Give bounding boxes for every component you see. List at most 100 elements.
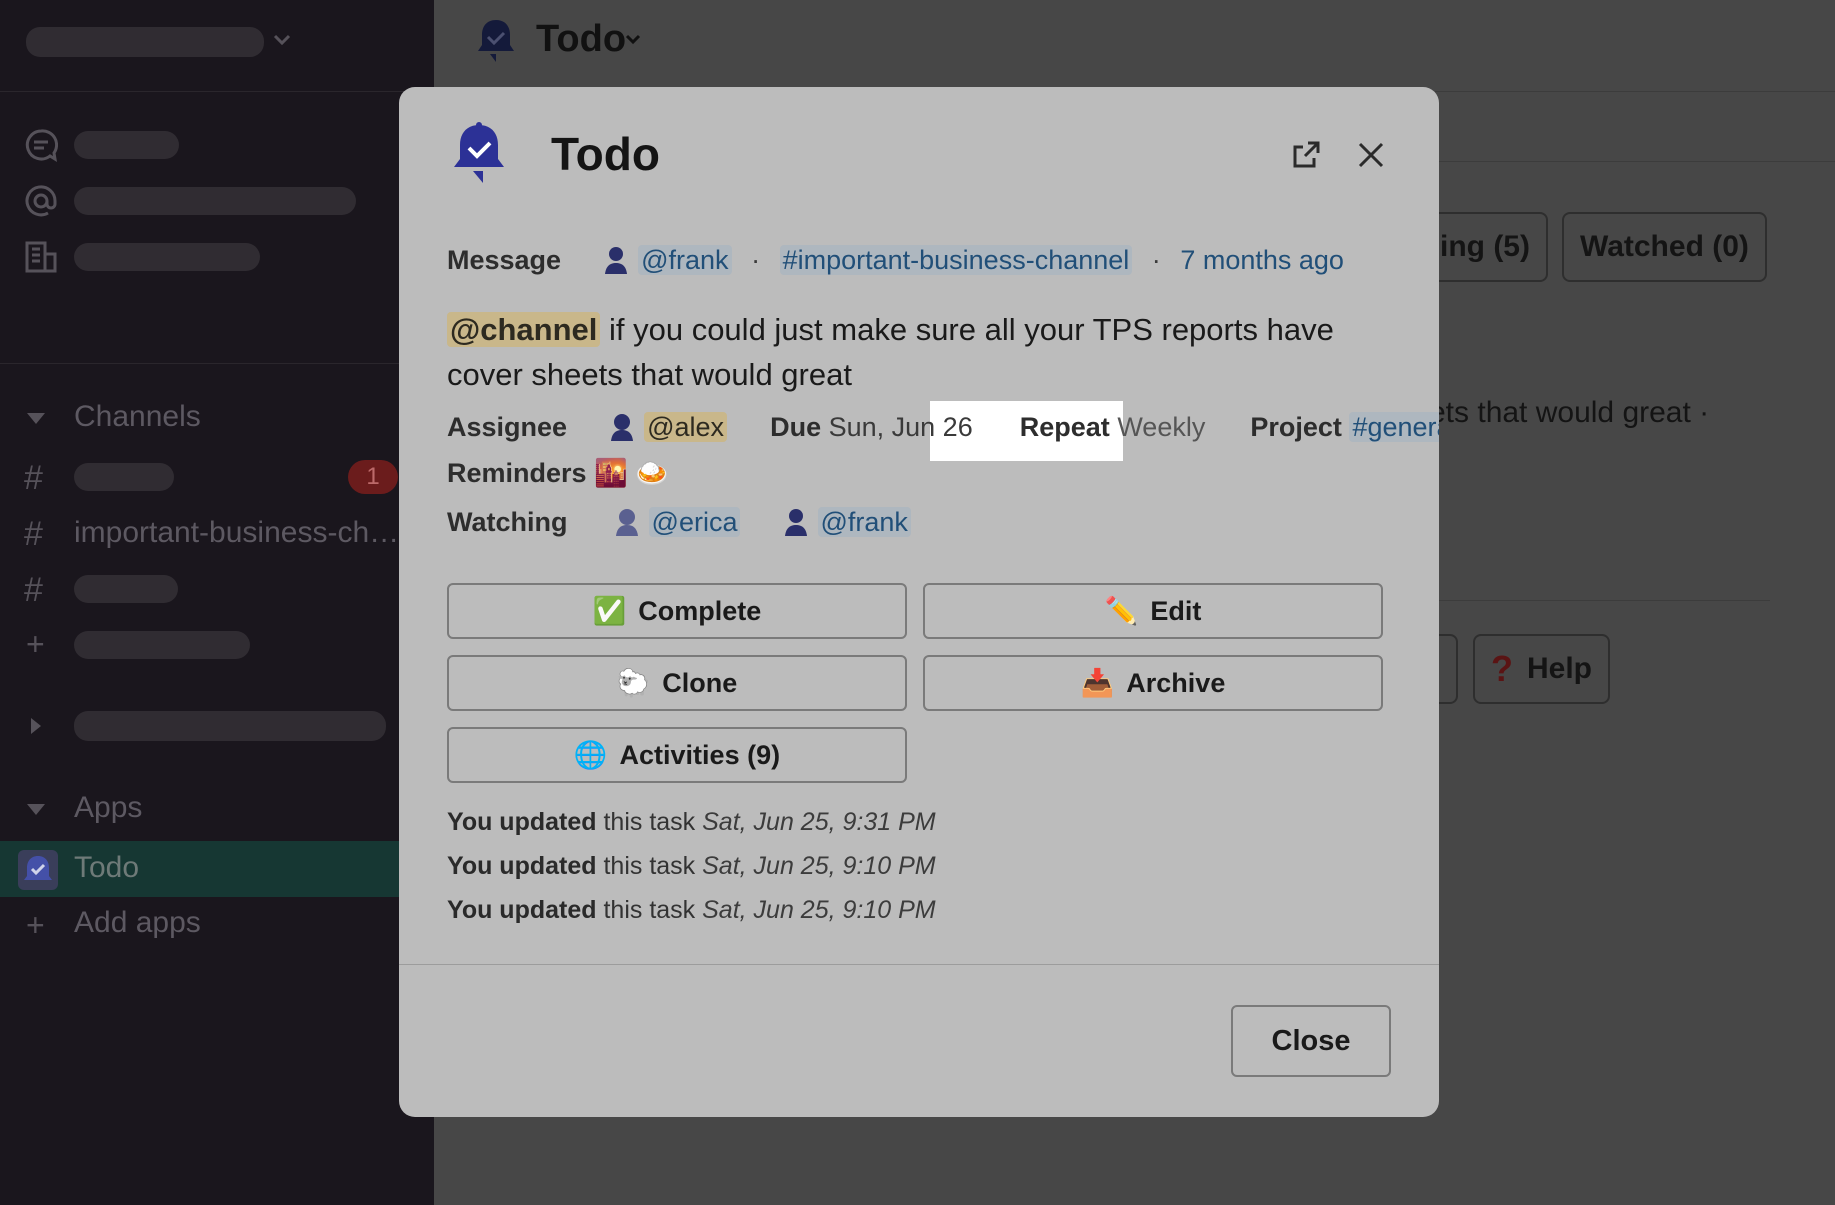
sidebar: Channels # 1 # important-business-ch… # … xyxy=(0,0,434,1205)
clone-button-label: Clone xyxy=(662,667,738,698)
erica-avatar-icon xyxy=(615,509,638,536)
watching-row: Watching @erica @frank xyxy=(447,507,911,538)
due-value: Sun, Jun 26 xyxy=(828,412,973,442)
mentions-icon[interactable] xyxy=(24,184,58,218)
hash-icon: # xyxy=(24,571,43,609)
plus-icon[interactable]: + xyxy=(26,628,45,660)
collapsed-section-placeholder[interactable] xyxy=(74,711,386,741)
activity-time: Sat, Jun 25, 9:10 PM xyxy=(702,852,936,880)
sidebar-item-todo[interactable]: Todo xyxy=(0,841,434,897)
workspace-name-placeholder xyxy=(26,27,264,57)
building-icon[interactable] xyxy=(24,240,58,274)
activity-log-entry: You updated this task Sat, Jun 25, 9:31 … xyxy=(447,808,936,837)
threads-icon[interactable] xyxy=(24,128,58,162)
project-label: Project xyxy=(1250,412,1342,442)
message-meta-row: Message @frank · #important-business-cha… xyxy=(447,245,1344,276)
nav-item-placeholder[interactable] xyxy=(74,243,260,271)
activity-log-entry: You updated this task Sat, Jun 25, 9:10 … xyxy=(447,896,936,925)
nav-item-placeholder[interactable] xyxy=(74,187,356,215)
modal-footer-divider xyxy=(399,964,1439,965)
activity-actor: You updated xyxy=(447,852,597,880)
separator-dot: · xyxy=(1151,245,1161,275)
message-body: @channel if you could just make sure all… xyxy=(447,307,1387,397)
unread-badge: 1 xyxy=(348,460,398,494)
reminders-label: Reminders xyxy=(447,458,587,488)
project-channel-link[interactable]: #general xyxy=(1349,412,1439,442)
activity-time: Sat, Jun 25, 9:31 PM xyxy=(702,808,936,836)
close-button[interactable]: Close xyxy=(1231,1005,1391,1077)
author-mention[interactable]: @frank xyxy=(638,245,732,275)
assignee-label: Assignee xyxy=(447,412,568,442)
nav-item-placeholder[interactable] xyxy=(74,131,179,159)
edit-button[interactable]: ✏️ Edit xyxy=(923,583,1383,639)
hash-icon: # xyxy=(24,459,43,497)
alex-avatar-icon xyxy=(611,414,634,441)
repeat-label: Repeat xyxy=(1019,412,1110,442)
chevron-down-icon[interactable] xyxy=(272,33,292,47)
todo-app-icon xyxy=(18,850,58,890)
tab-partial[interactable]: ing (5) xyxy=(1424,212,1548,282)
channels-section-label[interactable]: Channels xyxy=(74,400,201,434)
activity-action: this task xyxy=(596,852,703,880)
edit-button-label: Edit xyxy=(1150,595,1202,626)
activities-button[interactable]: 🌐 Activities (9) xyxy=(447,727,907,783)
timestamp-link[interactable]: 7 months ago xyxy=(1180,245,1344,275)
main-title[interactable]: Todo xyxy=(536,18,626,61)
frank-avatar-icon xyxy=(784,509,807,536)
question-mark-icon: ? xyxy=(1491,648,1513,689)
activity-action: this task xyxy=(596,808,703,836)
hash-icon: # xyxy=(24,515,43,553)
complete-button-label: Complete xyxy=(638,595,762,626)
archive-button-label: Archive xyxy=(1126,667,1226,698)
help-button[interactable]: ? Help xyxy=(1473,634,1611,704)
globe-icon: 🌐 xyxy=(573,740,608,770)
sidebar-divider xyxy=(0,363,434,364)
task-divider xyxy=(1424,600,1770,601)
frank-avatar-icon xyxy=(605,247,628,274)
repeat-value: Weekly xyxy=(1117,412,1206,442)
caret-down-icon[interactable] xyxy=(27,804,45,815)
channel-link[interactable]: #important-business-channel xyxy=(779,245,1133,275)
apps-section-label[interactable]: Apps xyxy=(74,791,142,825)
add-channel-placeholder[interactable] xyxy=(74,631,250,659)
checkmark-icon: ✅ xyxy=(592,596,627,626)
caret-right-icon[interactable] xyxy=(31,718,41,734)
sheep-icon: 🐑 xyxy=(616,668,651,698)
inbox-tray-icon: 📥 xyxy=(1080,668,1115,698)
workspace-header[interactable] xyxy=(0,0,434,92)
task-fields-row: Assignee @alex Due Sun, Jun 26 Repeat We… xyxy=(447,412,1439,443)
activity-time: Sat, Jun 25, 9:10 PM xyxy=(702,896,936,924)
message-label: Message xyxy=(447,245,562,275)
plus-icon[interactable]: + xyxy=(26,909,45,941)
tab-watched[interactable]: Watched (0) xyxy=(1562,212,1767,282)
add-apps-link[interactable]: Add apps xyxy=(74,906,201,940)
todo-bell-icon xyxy=(478,20,514,62)
activity-actor: You updated xyxy=(447,896,597,924)
assignee-mention[interactable]: @alex xyxy=(644,412,728,442)
channel-mention[interactable]: @channel xyxy=(447,312,601,347)
complete-button[interactable]: ✅ Complete xyxy=(447,583,907,639)
due-label: Due xyxy=(770,412,822,442)
reminder-emojis: 🌇 🍛 xyxy=(594,458,669,488)
modal-title: Todo xyxy=(551,128,660,180)
chevron-down-icon[interactable] xyxy=(624,33,642,47)
main-header: Todo xyxy=(434,0,1835,92)
open-external-icon[interactable] xyxy=(1290,139,1322,171)
caret-down-icon[interactable] xyxy=(27,413,45,424)
clone-button[interactable]: 🐑 Clone xyxy=(447,655,907,711)
reminders-row: Reminders 🌇 🍛 xyxy=(447,457,669,489)
archive-button[interactable]: 📥 Archive xyxy=(923,655,1383,711)
sidebar-channel-important-business[interactable]: important-business-ch… xyxy=(74,516,399,550)
pencil-icon: ✏️ xyxy=(1104,596,1139,626)
close-icon[interactable] xyxy=(1357,141,1385,169)
channel-name-placeholder[interactable] xyxy=(74,575,178,603)
separator-dot: · xyxy=(751,245,761,275)
watcher-mention-erica[interactable]: @erica xyxy=(648,507,741,537)
activity-action: this task xyxy=(596,896,703,924)
watching-label: Watching xyxy=(447,507,568,537)
help-button-label: Help xyxy=(1527,652,1593,685)
watcher-mention-frank[interactable]: @frank xyxy=(817,507,911,537)
channel-name-placeholder[interactable] xyxy=(74,463,174,491)
activities-button-label: Activities (9) xyxy=(619,739,781,770)
sidebar-item-todo-label: Todo xyxy=(74,851,140,884)
